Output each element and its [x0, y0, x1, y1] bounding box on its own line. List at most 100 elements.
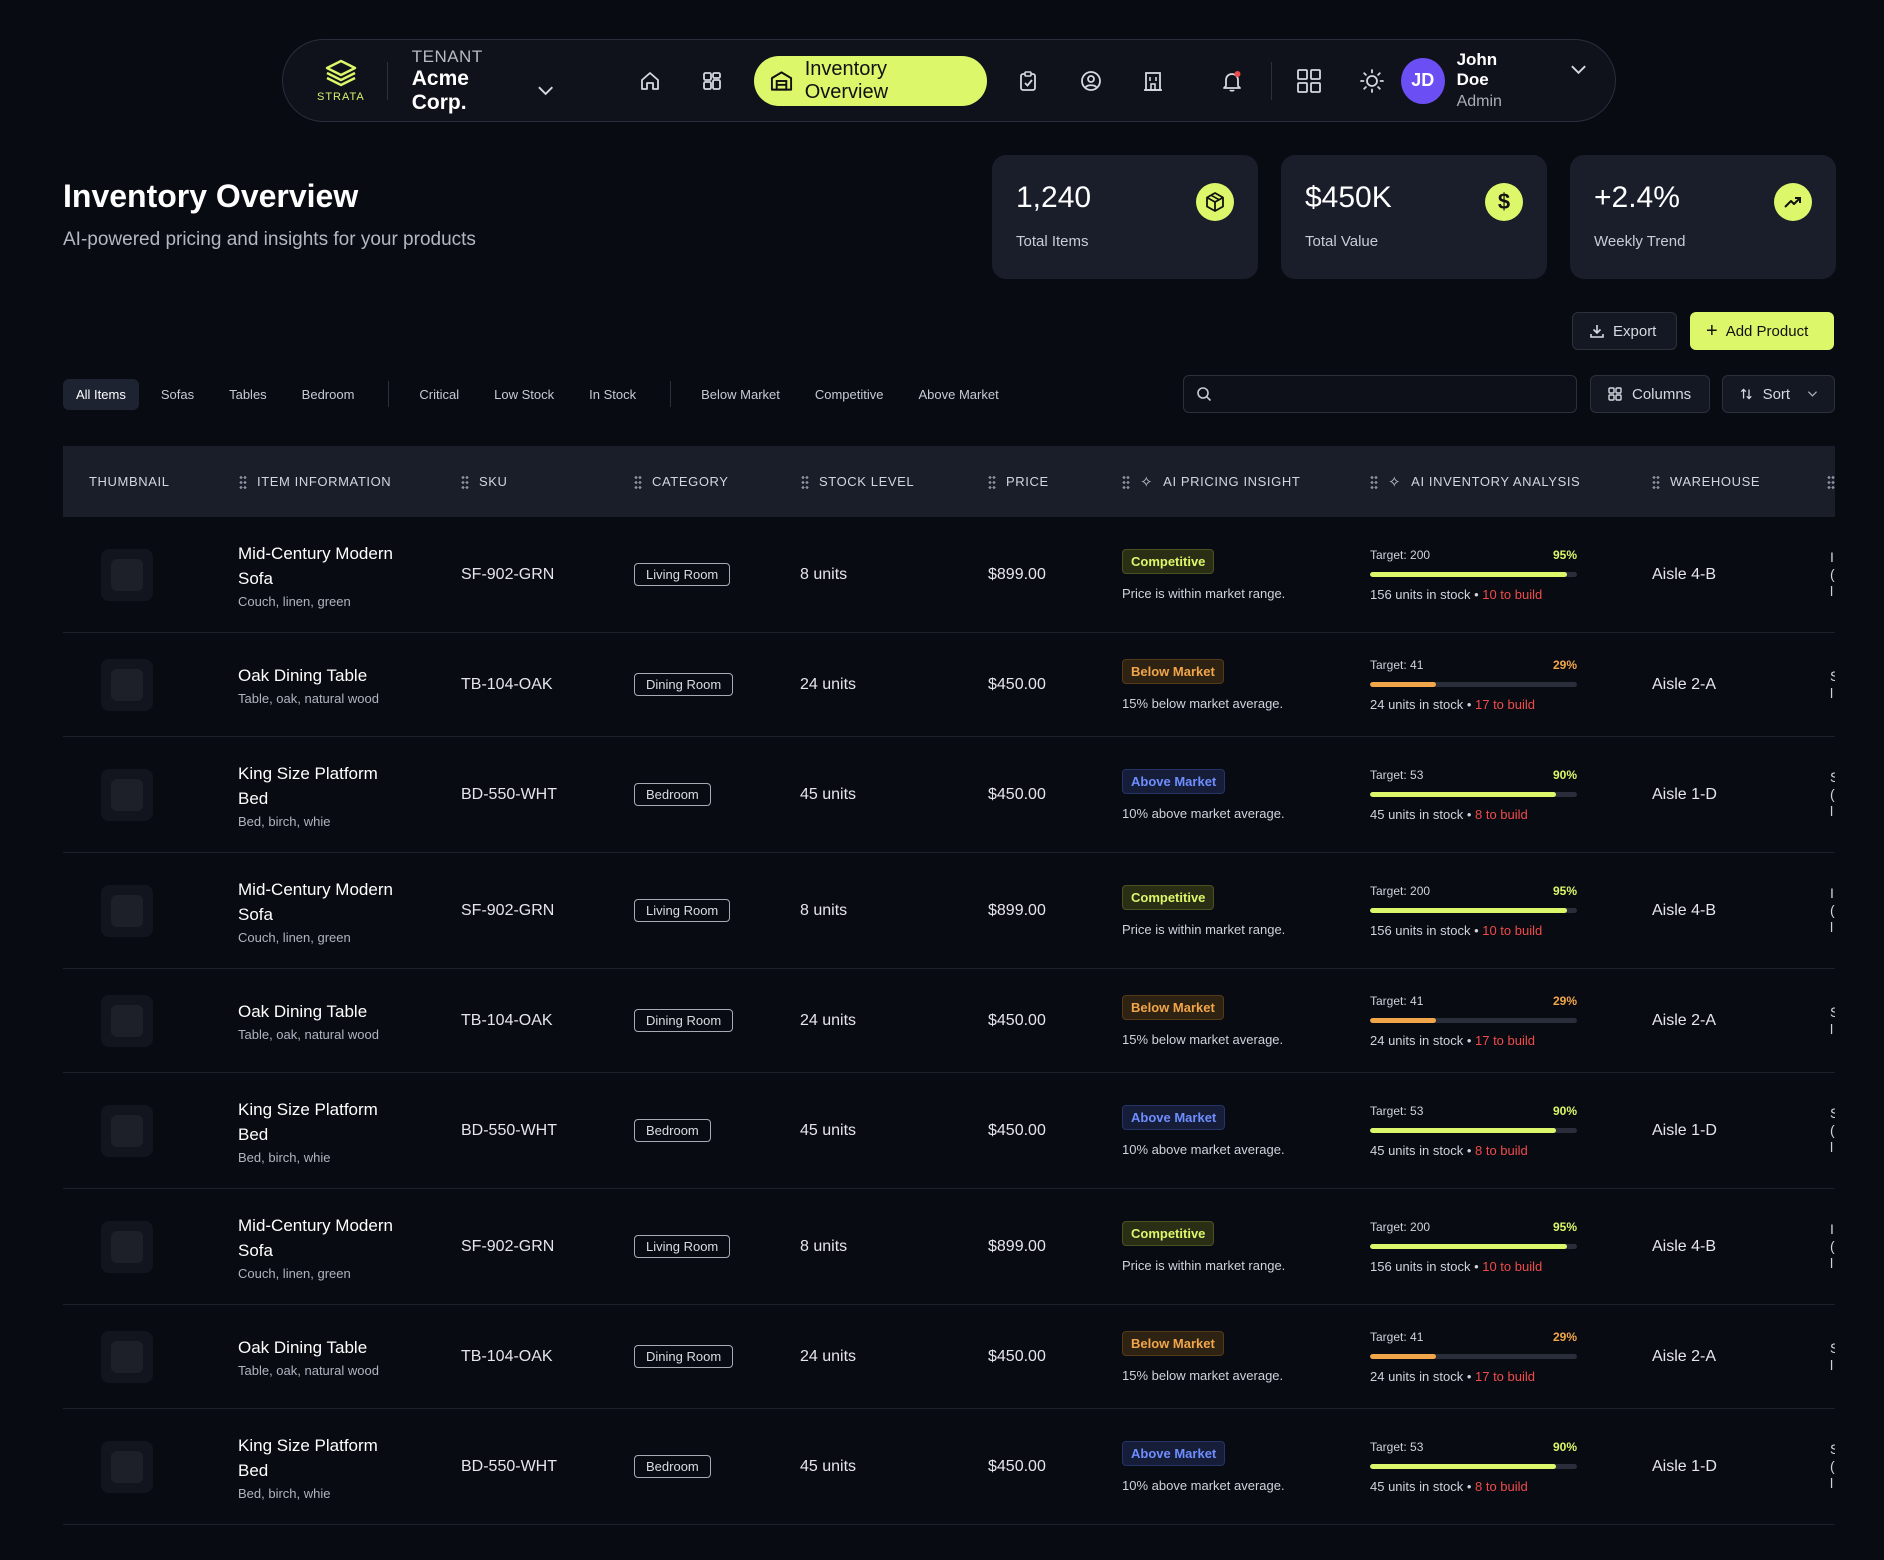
pricing-insight-cell: Below Market 15% below market average.: [1122, 633, 1283, 736]
add-product-button[interactable]: + Add Product: [1690, 312, 1834, 350]
drag-handle-icon[interactable]: [988, 474, 996, 489]
item-name[interactable]: Mid-Century Modern Sofa: [238, 1213, 398, 1263]
item-name[interactable]: Mid-Century Modern Sofa: [238, 541, 398, 591]
sku-cell: SF-902-GRN: [461, 517, 554, 632]
filter-critical[interactable]: Critical: [406, 379, 472, 410]
category-cell: Bedroom: [634, 1409, 711, 1524]
filter-low-stock[interactable]: Low Stock: [481, 379, 567, 410]
stock-progress-bar: [1370, 1463, 1577, 1469]
column-title: AI PRICING INSIGHT: [1163, 474, 1301, 489]
nav-inventory-overview[interactable]: Inventory Overview: [753, 55, 987, 106]
column-header-item-information[interactable]: ITEM INFORMATION: [239, 446, 391, 517]
column-header-ai-pricing-insight[interactable]: ✧ AI PRICING INSIGHT: [1122, 446, 1300, 517]
product-thumbnail: [101, 994, 153, 1047]
item-name[interactable]: King Size Platform Bed: [238, 761, 398, 811]
item-name[interactable]: Oak Dining Table: [238, 999, 398, 1024]
overflow-text: (: [1830, 786, 1835, 802]
table-row[interactable]: Oak Dining Table Table, oak, natural woo…: [63, 1305, 1835, 1409]
category-cell: Dining Room: [634, 969, 734, 1072]
column-header-ai-inventory-analysis[interactable]: ✧ AI INVENTORY ANALYSIS: [1370, 446, 1580, 517]
drag-handle-icon[interactable]: [801, 474, 809, 489]
table-row[interactable]: King Size Platform Bed Bed, birch, whie …: [63, 1409, 1835, 1525]
user-menu[interactable]: JD John Doe Admin: [1401, 50, 1587, 111]
product-thumbnail: [101, 768, 153, 821]
drag-handle-icon[interactable]: [1370, 474, 1378, 489]
item-name[interactable]: Mid-Century Modern Sofa: [238, 877, 398, 927]
category-tag: Bedroom: [634, 783, 711, 806]
search-input[interactable]: [1183, 375, 1577, 413]
drag-handle-icon[interactable]: [1827, 474, 1835, 489]
column-header-sku[interactable]: SKU: [461, 446, 508, 517]
sparkle-icon: ✧: [1140, 473, 1154, 491]
column-header-stock-level[interactable]: STOCK LEVEL: [801, 446, 914, 517]
column-header-category[interactable]: CATEGORY: [634, 446, 729, 517]
price-cell: $450.00: [988, 1409, 1046, 1524]
logo-text: STRATA: [316, 90, 365, 103]
pricing-insight-cell: Competitive Price is within market range…: [1122, 1189, 1285, 1304]
analysis-target: Target: 200: [1370, 883, 1431, 898]
table-row[interactable]: Oak Dining Table Table, oak, natural woo…: [63, 969, 1835, 1073]
filter-above-market[interactable]: Above Market: [906, 379, 1012, 410]
apps-grid-icon[interactable]: [1290, 61, 1328, 101]
filter-in-stock[interactable]: In Stock: [576, 379, 649, 410]
drag-handle-icon[interactable]: [1122, 474, 1130, 489]
item-name[interactable]: Oak Dining Table: [238, 1335, 398, 1360]
column-header-price[interactable]: PRICE: [988, 446, 1049, 517]
user-circle-icon[interactable]: [1071, 61, 1109, 101]
filter-bedroom[interactable]: Bedroom: [289, 379, 368, 410]
app-logo[interactable]: STRATA: [313, 59, 369, 103]
item-name[interactable]: King Size Platform Bed: [238, 1097, 398, 1147]
clipboard-check-icon[interactable]: [1009, 61, 1047, 101]
stock-level: 8 units: [800, 1237, 848, 1255]
table-row[interactable]: Mid-Century Modern Sofa Couch, linen, gr…: [63, 853, 1835, 969]
item-name[interactable]: King Size Platform Bed: [238, 1433, 398, 1483]
overflow-text: S: [1830, 1441, 1835, 1457]
inventory-analysis-cell: Target: 53 90% 45 units in stock • 8 to b…: [1370, 767, 1577, 822]
item-info-cell: King Size Platform Bed Bed, birch, whie: [238, 1409, 398, 1524]
warehouse-location: Aisle 2-A: [1652, 1347, 1717, 1365]
drag-handle-icon[interactable]: [239, 474, 247, 489]
category-tag: Living Room: [634, 1235, 731, 1258]
thumbnail-cell: [101, 853, 153, 968]
item-info-cell: King Size Platform Bed Bed, birch, whie: [238, 737, 398, 852]
bell-icon[interactable]: [1213, 61, 1251, 101]
dashboard-icon[interactable]: [693, 61, 731, 101]
stat-label: Total Value: [1305, 233, 1379, 250]
pricing-insight-text: 15% below market average.: [1122, 1367, 1284, 1383]
top-navbar: STRATA TENANT Acme Corp. Inventory Overv…: [282, 39, 1616, 122]
drag-handle-icon[interactable]: [634, 474, 642, 489]
analysis-percent: 29%: [1552, 993, 1577, 1008]
sort-button[interactable]: Sort: [1722, 375, 1835, 413]
table-row[interactable]: King Size Platform Bed Bed, birch, whie …: [63, 737, 1835, 853]
filter-all-items[interactable]: All Items: [63, 378, 139, 410]
item-name[interactable]: Oak Dining Table: [238, 663, 398, 688]
filter-competitive[interactable]: Competitive: [802, 379, 897, 410]
building-icon[interactable]: [1134, 61, 1172, 101]
units-to-build: 10 to build: [1482, 922, 1543, 938]
overflow-text: l: [1830, 684, 1834, 701]
column-title: ITEM INFORMATION: [257, 474, 392, 489]
filter-below-market[interactable]: Below Market: [688, 379, 793, 410]
user-role: Admin: [1456, 93, 1502, 110]
column-header-warehouse[interactable]: WAREHOUSE: [1652, 446, 1760, 517]
table-row[interactable]: Oak Dining Table Table, oak, natural woo…: [63, 633, 1835, 737]
pricing-insight-text: 15% below market average.: [1122, 695, 1284, 711]
sun-icon[interactable]: [1353, 61, 1391, 101]
columns-button[interactable]: Columns: [1590, 375, 1710, 413]
drag-handle-icon[interactable]: [461, 474, 469, 489]
units-to-build: 17 to build: [1475, 696, 1535, 712]
pricing-insight-cell: Below Market 15% below market average.: [1122, 1305, 1283, 1408]
filter-sofas[interactable]: Sofas: [148, 379, 207, 410]
table-row[interactable]: Mid-Century Modern Sofa Couch, linen, gr…: [63, 517, 1835, 633]
export-button[interactable]: Export: [1572, 312, 1677, 350]
box-icon: [1196, 183, 1234, 221]
column-header-overflow[interactable]: [1827, 446, 1835, 517]
drag-handle-icon[interactable]: [1652, 474, 1660, 489]
table-row[interactable]: Mid-Century Modern Sofa Couch, linen, gr…: [63, 1189, 1835, 1305]
filter-tables[interactable]: Tables: [216, 379, 280, 410]
tenant-switcher[interactable]: TENANT Acme Corp.: [412, 47, 554, 115]
table-row[interactable]: King Size Platform Bed Bed, birch, whie …: [63, 1073, 1835, 1189]
home-icon[interactable]: [631, 61, 669, 101]
column-header-thumbnail[interactable]: THUMBNAIL: [89, 446, 170, 517]
item-sku: TB-104-OAK: [461, 1011, 553, 1029]
